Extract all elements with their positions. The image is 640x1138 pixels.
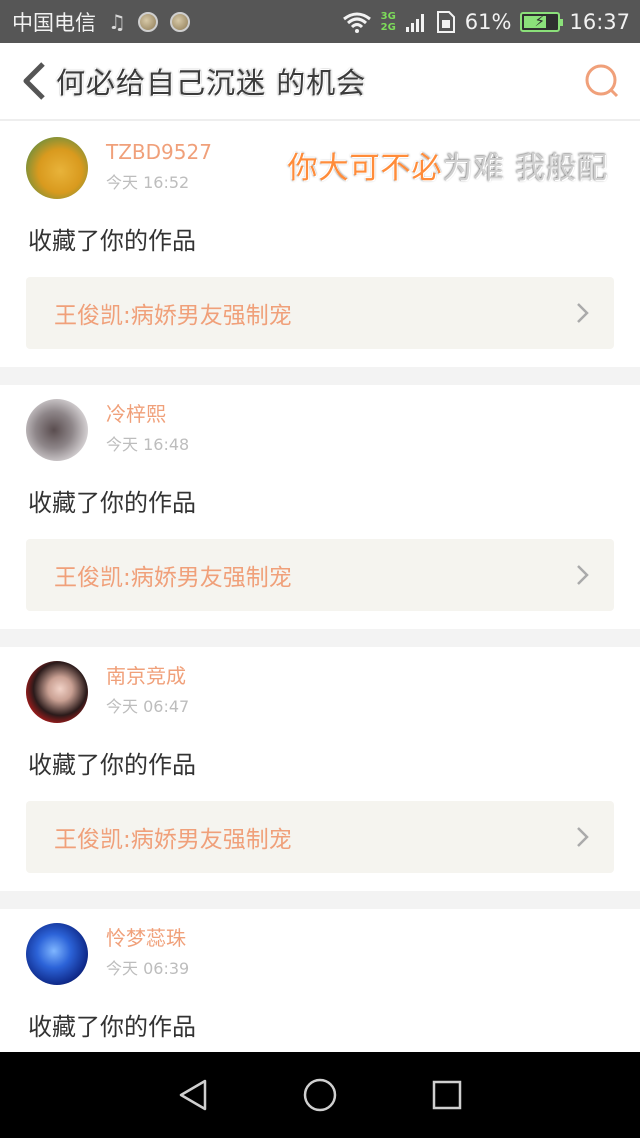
back-icon: [23, 62, 45, 100]
avatar[interactable]: [26, 399, 88, 461]
list-item: TZBD9527 今天 16:52 你大可不必为难 我般配 收藏了你的作品 王俊…: [0, 123, 640, 367]
work-link[interactable]: 王俊凯:病娇男友强制宠: [26, 539, 614, 611]
battery-icon: ⚡: [520, 11, 564, 32]
timestamp: 今天 16:48: [106, 435, 190, 454]
timestamp: 今天 06:39: [106, 959, 190, 978]
notification-icon: [169, 11, 190, 32]
back-button[interactable]: [14, 55, 54, 107]
square-recents-icon: [432, 1080, 461, 1110]
search-icon: [585, 64, 619, 98]
username[interactable]: TZBD9527: [106, 139, 212, 165]
overlay-caption: 你大可不必为难 我般配: [287, 151, 608, 186]
chevron-right-icon: [577, 565, 589, 585]
sim-card-icon: [436, 10, 455, 33]
avatar[interactable]: [26, 661, 88, 723]
system-nav-bar: [0, 1052, 640, 1138]
page-title: 何必给自己沉迷 的机会: [56, 66, 367, 100]
search-button[interactable]: [580, 59, 624, 103]
battery-percent: 61%: [464, 9, 512, 34]
action-text: 收藏了你的作品: [28, 751, 196, 779]
username[interactable]: 冷梓熙: [106, 401, 189, 427]
work-title: 王俊凯:病娇男友强制宠: [54, 827, 292, 853]
nav-recents-button[interactable]: [422, 1070, 472, 1120]
work-title: 王俊凯:病娇男友强制宠: [54, 303, 292, 329]
status-bar: 中国电信 ♫ 3G 2G 61% ⚡ 16:37: [0, 0, 640, 43]
wifi-icon: [342, 12, 371, 33]
carrier-name: 中国电信: [12, 10, 96, 35]
timestamp: 今天 16:52: [106, 173, 190, 192]
list-item: 冷梓熙 今天 16:48 收藏了你的作品 王俊凯:病娇男友强制宠: [0, 385, 640, 629]
timestamp: 今天 06:47: [106, 697, 190, 716]
chevron-right-icon: [577, 827, 589, 847]
signal-icon: [405, 13, 424, 32]
divider: [0, 367, 640, 385]
clock: 16:37: [569, 9, 630, 34]
divider: [0, 629, 640, 647]
notification-list: TZBD9527 今天 16:52 你大可不必为难 我般配 收藏了你的作品 王俊…: [0, 123, 640, 1049]
nav-home-button[interactable]: [295, 1070, 345, 1120]
list-item: 怜梦蕊珠 今天 06:39 收藏了你的作品: [0, 909, 640, 1049]
triangle-back-icon: [180, 1079, 207, 1111]
circle-home-icon: [303, 1078, 337, 1112]
action-text: 收藏了你的作品: [28, 227, 196, 255]
music-note-icon: ♫: [108, 9, 126, 34]
network-type: 3G 2G: [380, 10, 396, 33]
username[interactable]: 南京竞成: [106, 663, 189, 689]
action-text: 收藏了你的作品: [28, 1013, 196, 1041]
chevron-right-icon: [577, 303, 589, 323]
list-item: 南京竞成 今天 06:47 收藏了你的作品 王俊凯:病娇男友强制宠: [0, 647, 640, 891]
app-header: 何必给自己沉迷 的机会: [0, 43, 640, 121]
work-link[interactable]: 王俊凯:病娇男友强制宠: [26, 277, 614, 349]
divider: [0, 891, 640, 909]
nav-back-button[interactable]: [168, 1070, 218, 1120]
avatar[interactable]: [26, 137, 88, 199]
work-title: 王俊凯:病娇男友强制宠: [54, 565, 292, 591]
notification-icon: [137, 11, 158, 32]
username[interactable]: 怜梦蕊珠: [106, 925, 189, 951]
work-link[interactable]: 王俊凯:病娇男友强制宠: [26, 801, 614, 873]
avatar[interactable]: [26, 923, 88, 985]
action-text: 收藏了你的作品: [28, 489, 196, 517]
